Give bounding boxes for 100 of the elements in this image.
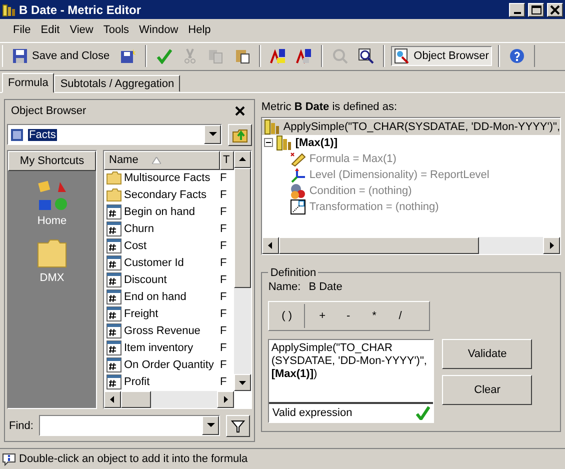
horizontal-scrollbar[interactable] bbox=[262, 236, 560, 254]
list-row[interactable]: Multisource Facts F bbox=[104, 170, 234, 187]
folder-icon bbox=[106, 187, 122, 204]
horizontal-scrollbar[interactable] bbox=[104, 390, 234, 408]
tab[interactable]: Formula bbox=[2, 72, 54, 93]
metric-icon bbox=[2, 2, 16, 17]
metric-icon bbox=[264, 118, 280, 135]
minimize-icon bbox=[514, 12, 520, 14]
fact-icon bbox=[106, 306, 122, 322]
list-row[interactable]: End on hand F bbox=[104, 288, 234, 306]
operator-button[interactable]: / bbox=[387, 304, 414, 328]
object-name: Begin on hand bbox=[124, 206, 195, 218]
formula-editor[interactable]: ApplySimple("TO_CHAR (SYSDATAE, 'DD-Mon-YYYY')", [Max(1)]) Valid expression bbox=[268, 338, 434, 423]
menu-item[interactable]: Window bbox=[134, 24, 184, 36]
cut-icon bbox=[182, 48, 198, 64]
folder-up-button[interactable] bbox=[228, 124, 252, 146]
formula-text: ApplySimple("TO_CHAR (SYSDATAE, 'DD-Mon-YYYY')", [Max(1)]) bbox=[270, 340, 428, 382]
list-row[interactable]: Discount F bbox=[104, 272, 234, 289]
fact-icon bbox=[106, 221, 122, 238]
tree-node[interactable]: ApplySimple("TO_CHAR(SYSDATAE, 'DD-Mon-YYYY')", bbox=[262, 118, 560, 135]
list-row[interactable]: Profit F bbox=[104, 374, 234, 391]
shortcuts-header[interactable]: My Shortcuts bbox=[8, 150, 96, 171]
scrollbar-thumb[interactable] bbox=[279, 236, 480, 254]
folder-icon bbox=[36, 236, 68, 269]
window-title: B Date - Metric Editor bbox=[19, 2, 142, 17]
list-row[interactable]: Begin on hand F bbox=[104, 204, 234, 221]
menu-item[interactable]: File bbox=[8, 24, 36, 36]
fact-icon bbox=[106, 238, 122, 254]
scrollbar-thumb[interactable] bbox=[234, 168, 252, 288]
list-row[interactable]: Secondary Facts F bbox=[104, 186, 234, 204]
object-type: F bbox=[220, 342, 228, 354]
list-row[interactable]: Customer Id F bbox=[104, 254, 234, 272]
right-arrow-icon bbox=[548, 242, 555, 249]
object-type: F bbox=[220, 325, 228, 338]
scroll-right-button[interactable] bbox=[217, 390, 234, 408]
toolbar-button[interactable]: Save and Close bbox=[9, 46, 113, 66]
list-row[interactable]: Item inventory F bbox=[104, 340, 234, 357]
group-title: Definition bbox=[269, 266, 318, 279]
vertical-scrollbar[interactable] bbox=[234, 150, 252, 391]
metric-icon bbox=[276, 134, 292, 151]
action-button[interactable]: Clear bbox=[442, 374, 532, 405]
collapse-icon[interactable] bbox=[264, 138, 274, 148]
menu-item[interactable]: Edit bbox=[36, 24, 65, 36]
folder-dropdown[interactable]: Facts bbox=[7, 124, 222, 146]
check-icon bbox=[156, 48, 172, 64]
object-type: F bbox=[220, 274, 228, 286]
panel-title: Object Browser bbox=[11, 104, 86, 117]
list-row[interactable]: Freight F bbox=[104, 306, 234, 323]
object-name: Churn bbox=[124, 223, 154, 236]
scroll-left-button[interactable] bbox=[262, 236, 280, 254]
object-name: Gross Revenue bbox=[124, 325, 200, 338]
filter-icon bbox=[231, 418, 246, 433]
new-save-icon bbox=[120, 48, 136, 64]
shortcut-item[interactable]: DMX bbox=[30, 236, 74, 285]
find-field[interactable] bbox=[39, 415, 220, 436]
maximize-button[interactable] bbox=[528, 2, 544, 17]
left-arrow-icon bbox=[267, 242, 274, 249]
list-row[interactable]: Churn F bbox=[104, 220, 234, 238]
close-button[interactable] bbox=[547, 2, 563, 17]
operator-button[interactable]: ( ) bbox=[269, 304, 306, 328]
menu-item[interactable]: Tools bbox=[98, 24, 134, 36]
paste-icon bbox=[234, 48, 250, 64]
action-button[interactable]: Validate bbox=[442, 338, 532, 369]
scroll-down-button[interactable] bbox=[234, 374, 252, 391]
object-name: Item inventory bbox=[124, 342, 194, 354]
menu-item[interactable]: View bbox=[64, 24, 98, 36]
fact-icon bbox=[106, 374, 122, 390]
folder-up-icon bbox=[232, 126, 248, 143]
fact-icon bbox=[106, 323, 122, 340]
shortcut-item[interactable]: Home bbox=[30, 178, 74, 228]
right-arrow-icon bbox=[222, 396, 230, 403]
column-header[interactable]: Name bbox=[104, 150, 220, 170]
scroll-up-button[interactable] bbox=[234, 150, 252, 168]
name-label: Name: bbox=[268, 280, 301, 293]
column-header[interactable]: T bbox=[220, 150, 234, 170]
status-text: Double-click an object to add it into the formula bbox=[19, 452, 248, 465]
scroll-right-button[interactable] bbox=[543, 236, 560, 254]
metric-name: B Date bbox=[308, 280, 342, 293]
info-icon bbox=[2, 452, 16, 466]
object-type: F bbox=[220, 189, 228, 202]
toolbar-button[interactable]: Object Browser bbox=[390, 46, 492, 66]
list-row[interactable]: Cost F bbox=[104, 238, 234, 255]
dropdown-arrow-icon bbox=[208, 132, 217, 138]
menu-item[interactable]: Help bbox=[183, 24, 216, 36]
minimize-button[interactable] bbox=[509, 2, 525, 17]
maximize-icon bbox=[530, 4, 542, 15]
list-row[interactable]: Gross Revenue F bbox=[104, 322, 234, 340]
filter-button[interactable] bbox=[226, 414, 250, 437]
spheres-icon bbox=[290, 182, 306, 199]
operator-button[interactable]: - bbox=[335, 304, 362, 328]
pencil-icon bbox=[290, 150, 306, 167]
tab[interactable]: Subtotals / Aggregation bbox=[54, 74, 180, 92]
tree-node[interactable]: [Max(1)] bbox=[262, 134, 560, 151]
scroll-left-button[interactable] bbox=[104, 390, 121, 408]
operator-button[interactable]: * bbox=[361, 304, 388, 328]
operator-button[interactable]: + bbox=[309, 304, 336, 328]
object-name: Cost bbox=[124, 240, 147, 252]
list-row[interactable]: On Order Quantity F bbox=[104, 356, 234, 374]
scrollbar-thumb[interactable] bbox=[121, 390, 151, 408]
sort-arrow-icon bbox=[152, 156, 162, 164]
